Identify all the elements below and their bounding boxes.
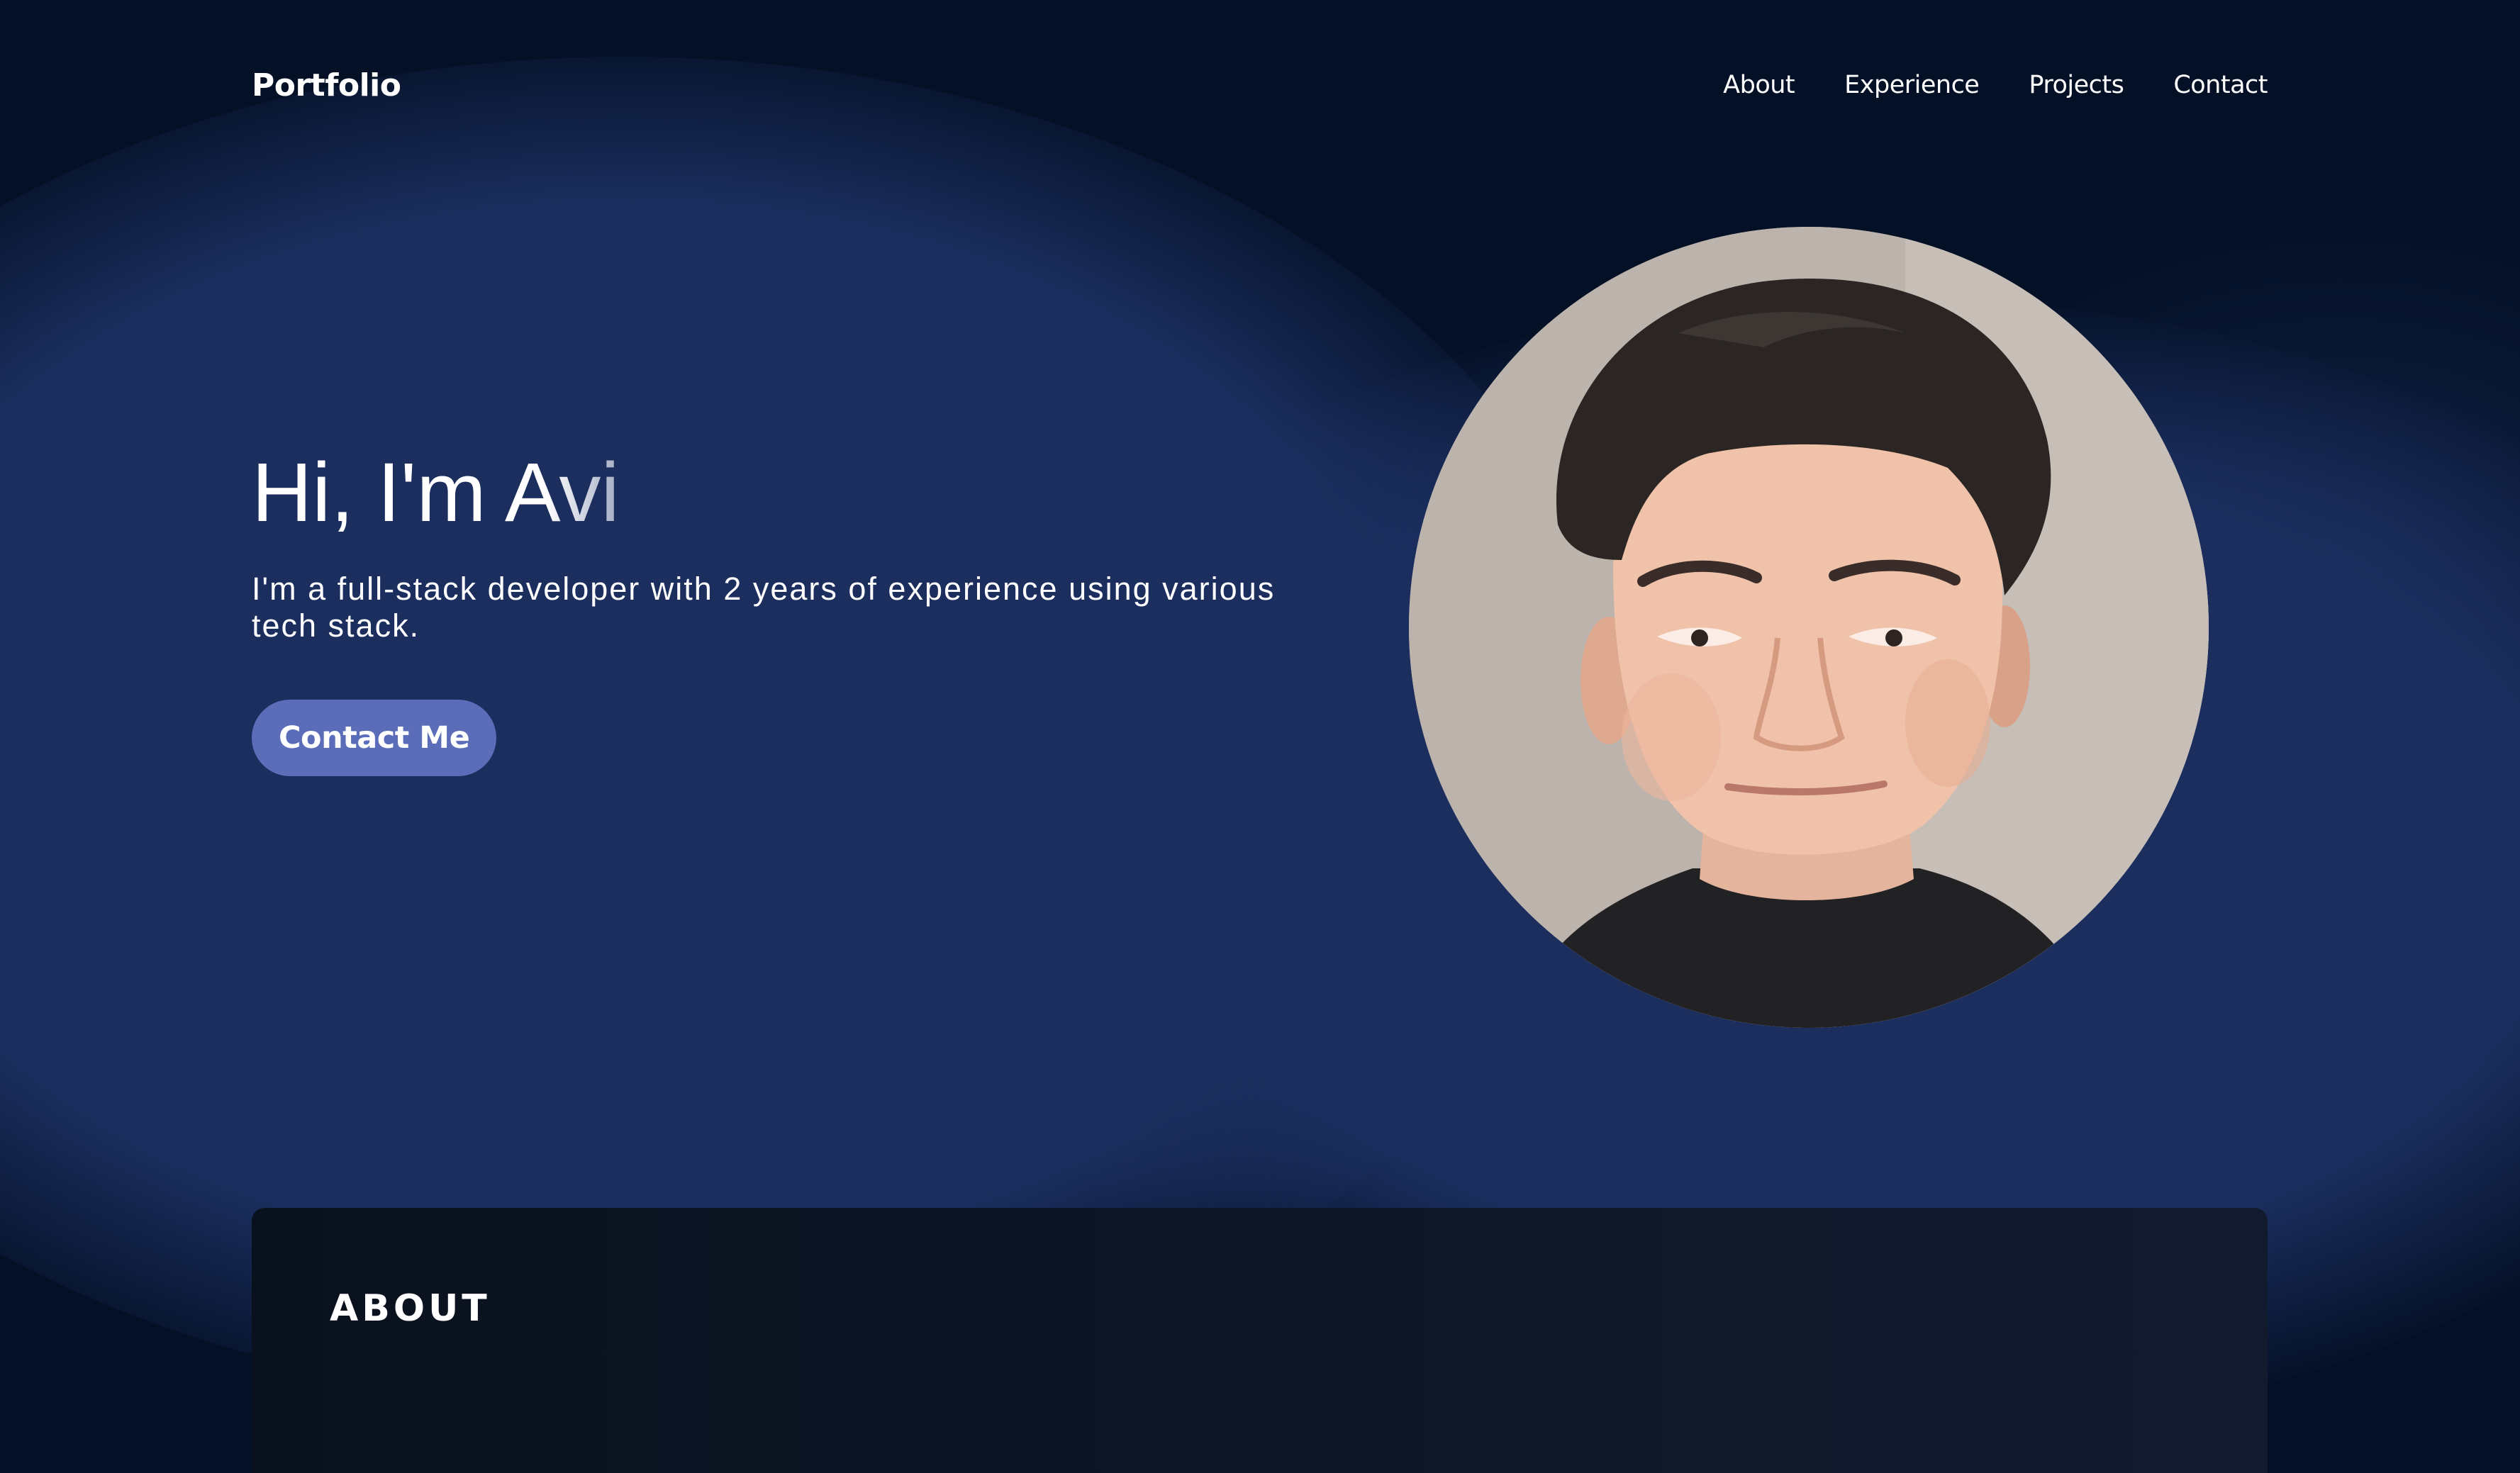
- hero-section: Hi, I'm Avi I'm a full-stack developer w…: [252, 220, 2268, 1035]
- hero-title-name: Avi: [504, 446, 620, 539]
- profile-avatar: [1409, 227, 2209, 1028]
- nav-link-experience[interactable]: Experience: [1844, 71, 1980, 99]
- nav-item-projects: Projects: [2029, 71, 2124, 99]
- nav-item-contact: Contact: [2173, 71, 2268, 99]
- hero-title: Hi, I'm Avi: [252, 447, 1358, 539]
- nav-item-about: About: [1723, 71, 1795, 99]
- nav-link-contact[interactable]: Contact: [2173, 71, 2268, 99]
- profile-photo-icon: [1409, 227, 2209, 1028]
- nav-item-experience: Experience: [1844, 71, 1980, 99]
- about-section: ABOUT: [252, 1208, 2268, 1473]
- hero-text: Hi, I'm Avi I'm a full-stack developer w…: [252, 447, 1358, 776]
- nav-link-projects[interactable]: Projects: [2029, 71, 2124, 99]
- portfolio-page: Portfolio About Experience Projects Cont…: [0, 0, 2520, 1473]
- hero-title-greeting: Hi, I'm: [252, 446, 505, 539]
- hero-description: I'm a full-stack developer with 2 years …: [252, 571, 1276, 644]
- nav-menu: About Experience Projects Contact: [1723, 71, 2268, 99]
- nav-link-about[interactable]: About: [1723, 71, 1795, 99]
- brand-logo-link[interactable]: Portfolio: [252, 67, 401, 103]
- about-heading: ABOUT: [330, 1287, 491, 1330]
- contact-me-button[interactable]: Contact Me: [252, 700, 497, 776]
- navbar: Portfolio About Experience Projects Cont…: [252, 61, 2268, 109]
